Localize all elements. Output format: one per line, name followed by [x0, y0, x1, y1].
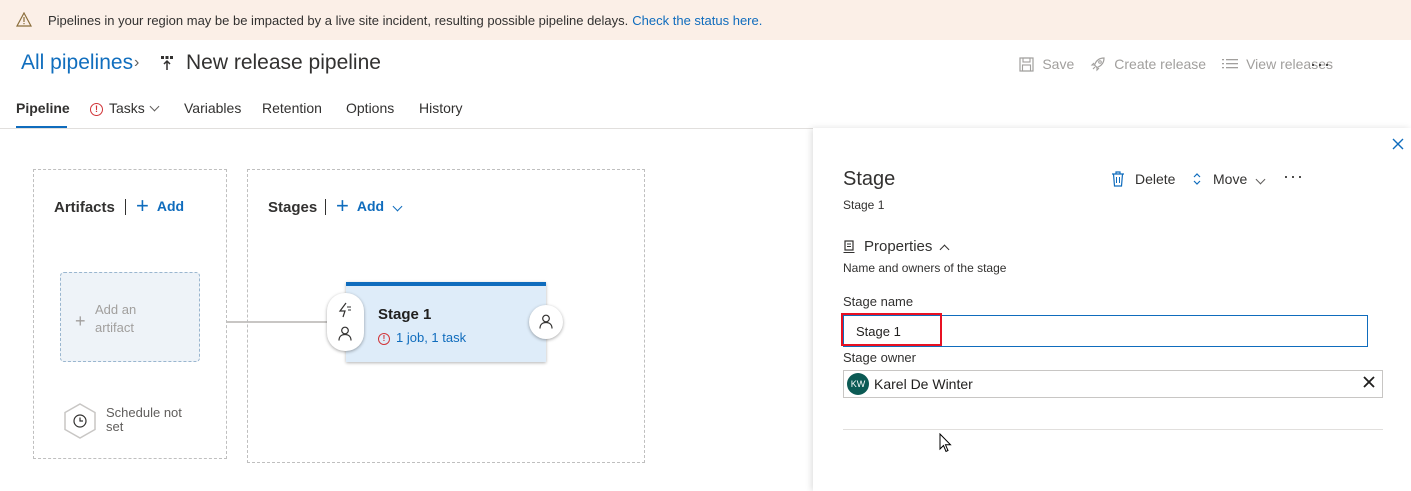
tab-retention[interactable]: Retention	[262, 100, 322, 116]
pipeline-tabs: Pipeline ! Tasks Variables Retention Opti…	[0, 96, 1411, 129]
save-icon	[1019, 56, 1034, 72]
status-link[interactable]: Check the status here.	[632, 13, 762, 28]
owner-name: Karel De Winter	[874, 376, 973, 392]
page-header: All pipelines › New release pipeline Sav…	[0, 40, 1411, 88]
banner-message: Pipelines in your region may be be impac…	[48, 12, 629, 28]
add-artifact-button[interactable]: + Add	[136, 193, 185, 218]
properties-section-toggle[interactable]: Properties	[843, 238, 950, 255]
properties-description: Name and owners of the stage	[843, 261, 1007, 275]
rocket-icon	[1090, 57, 1105, 72]
incident-banner: Pipelines in your region may be be impac…	[0, 0, 1411, 40]
stage-card-name: Stage 1	[378, 306, 432, 323]
trash-icon	[1112, 171, 1124, 187]
page-title: New release pipeline	[186, 51, 381, 74]
tab-tasks[interactable]: ! Tasks	[90, 100, 160, 116]
tab-tasks-label: Tasks	[109, 100, 145, 116]
stage-properties-panel: Stage Stage 1 Delete Move ··· Properties…	[813, 128, 1411, 491]
release-pipeline-icon	[160, 55, 174, 71]
save-button[interactable]: Save	[1019, 56, 1074, 72]
mouse-cursor-icon	[939, 433, 952, 453]
stage-card-summary[interactable]: ! 1 job, 1 task	[378, 330, 466, 345]
error-icon: !	[90, 103, 103, 116]
pre-deployment-conditions[interactable]	[327, 293, 364, 351]
lightning-icon	[338, 302, 351, 318]
active-tab-indicator	[16, 126, 67, 128]
move-label: Move	[1213, 171, 1248, 187]
error-icon: !	[378, 333, 390, 345]
stages-title: Stages	[268, 199, 318, 216]
list-icon	[1222, 59, 1239, 69]
tab-options[interactable]: Options	[346, 100, 394, 116]
chevron-down-icon	[1255, 174, 1266, 184]
add-artifact-placeholder-text: Add an artifact	[95, 302, 137, 335]
document-icon	[843, 239, 855, 253]
panel-subtitle: Stage 1	[843, 198, 885, 212]
sort-icon	[1193, 173, 1201, 185]
stage-card[interactable]: Stage 1 ! 1 job, 1 task	[346, 282, 546, 362]
add-artifact-label: Add	[156, 198, 185, 214]
stage-name-label: Stage name	[843, 294, 914, 309]
plus-icon: +	[336, 193, 349, 218]
person-icon	[338, 326, 352, 341]
header-toolbar: Save Create release View releases	[1003, 56, 1333, 72]
panel-more-icon[interactable]: ···	[1283, 166, 1304, 187]
panel-title: Stage	[843, 168, 896, 190]
tab-pipeline[interactable]: Pipeline	[16, 100, 70, 116]
chevron-down-icon	[392, 201, 403, 211]
chevron-up-icon	[939, 244, 950, 254]
stage-name-input[interactable]	[843, 315, 1368, 347]
delete-label: Delete	[1135, 171, 1176, 187]
breadcrumb-all-pipelines[interactable]: All pipelines	[21, 51, 133, 75]
chevron-down-icon	[149, 101, 160, 112]
avatar: KW	[847, 373, 869, 395]
create-release-label: Create release	[1114, 56, 1207, 72]
close-icon[interactable]	[1390, 136, 1406, 152]
clock-icon	[64, 403, 96, 439]
stage-card-summary-text: 1 job, 1 task	[396, 330, 467, 345]
breadcrumb-chevron-icon: ›	[134, 54, 140, 71]
person-icon	[539, 314, 553, 329]
plus-icon: +	[136, 193, 149, 218]
properties-title: Properties	[864, 238, 933, 255]
panel-divider	[843, 429, 1383, 430]
add-artifact-placeholder[interactable]: + Add an artifact	[60, 272, 200, 362]
section-divider	[125, 199, 126, 215]
move-stage-button[interactable]: Move	[1192, 171, 1266, 187]
tab-variables[interactable]: Variables	[184, 100, 241, 116]
warning-icon	[16, 12, 34, 28]
add-stage-button[interactable]: + Add	[336, 193, 403, 218]
create-release-button[interactable]: Create release	[1090, 56, 1206, 72]
post-deployment-approvals[interactable]	[529, 305, 563, 339]
plus-icon: +	[75, 311, 86, 331]
artifacts-title: Artifacts	[54, 199, 115, 216]
section-divider	[325, 199, 326, 215]
delete-stage-button[interactable]: Delete	[1111, 171, 1175, 187]
schedule-text: Schedule not set	[106, 405, 182, 434]
stage-owner-field[interactable]: KW Karel De Winter	[843, 370, 1383, 398]
more-actions-icon[interactable]: ···	[1310, 54, 1331, 75]
add-stage-label: Add	[356, 198, 385, 214]
clear-owner-icon[interactable]	[1363, 376, 1375, 388]
tab-history[interactable]: History	[419, 100, 463, 116]
save-label: Save	[1042, 56, 1075, 72]
stage-owner-label: Stage owner	[843, 350, 916, 365]
schedule-trigger[interactable]: Schedule not set	[62, 402, 182, 445]
